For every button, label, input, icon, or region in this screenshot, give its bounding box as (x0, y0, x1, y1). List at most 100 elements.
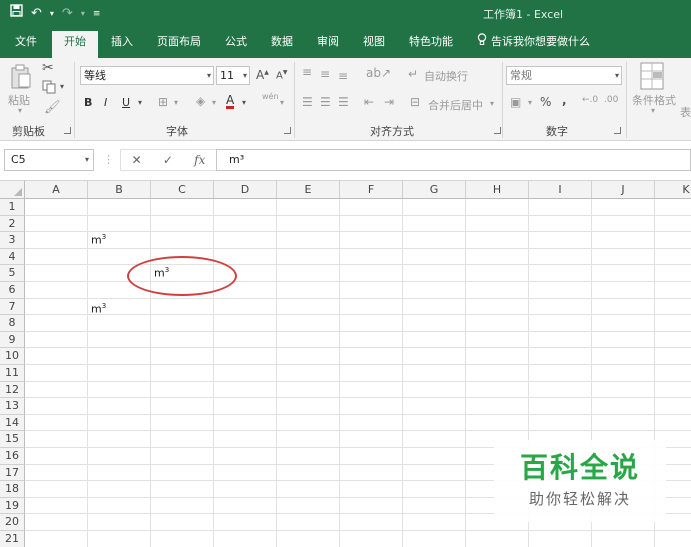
row-header-13[interactable]: 13 (0, 398, 25, 415)
phonetic-dropdown-icon[interactable]: ▾ (280, 98, 284, 107)
row-header-21[interactable]: 21 (0, 531, 25, 547)
row-header-6[interactable]: 6 (0, 282, 25, 299)
save-icon[interactable] (10, 4, 23, 23)
font-color-button[interactable]: A (226, 94, 235, 109)
font-size-combo[interactable]: 11 ▾ (216, 66, 250, 85)
row-header-12[interactable]: 12 (0, 381, 25, 399)
phonetic-icon[interactable]: wén (262, 92, 279, 101)
decrease-decimal-icon[interactable]: .00 (604, 95, 618, 105)
paste-dropdown-icon[interactable]: ▾ (18, 106, 22, 115)
bold-button[interactable]: B (84, 96, 92, 109)
column-header-A[interactable]: A (25, 181, 88, 199)
currency-icon[interactable]: ▣ (510, 95, 521, 109)
align-bottom-icon[interactable]: ≡ (338, 69, 348, 83)
enter-icon[interactable]: ✓ (163, 153, 173, 167)
undo-icon[interactable]: ↶ (31, 5, 42, 23)
conditional-format-icon[interactable] (640, 62, 664, 93)
cut-icon[interactable]: ✂ (42, 60, 54, 76)
tab-file[interactable]: 文件 (6, 31, 46, 58)
row-header-3[interactable]: 3 (0, 232, 25, 249)
row-header-5[interactable]: 5 (0, 265, 25, 282)
align-top-icon[interactable]: ≡ (302, 65, 312, 79)
tab-data[interactable]: 数据 (264, 31, 300, 58)
row-header-2[interactable]: 2 (0, 215, 25, 233)
percent-button[interactable]: % (540, 95, 551, 109)
wrap-text-label[interactable]: 自动换行 (424, 68, 468, 84)
column-header-K[interactable]: K (655, 181, 691, 199)
format-painter-icon[interactable]: 🖌 (44, 100, 61, 115)
italic-button[interactable]: I (104, 96, 107, 109)
row-header-15[interactable]: 15 (0, 431, 25, 448)
column-header-I[interactable]: I (529, 181, 592, 199)
comma-button[interactable]: , (562, 93, 567, 107)
merge-center-icon[interactable]: ⊟ (410, 95, 420, 109)
font-name-combo[interactable]: 等线 ▾ (80, 66, 214, 85)
align-center-icon[interactable]: ☰ (320, 95, 331, 109)
number-launcher-icon[interactable] (614, 127, 621, 134)
name-box[interactable]: C5 ▾ (4, 149, 94, 171)
tab-review[interactable]: 审阅 (310, 31, 346, 58)
fill-dropdown-icon[interactable]: ▾ (212, 98, 216, 107)
border-dropdown-icon[interactable]: ▾ (174, 98, 178, 107)
row-header-10[interactable]: 10 (0, 348, 25, 365)
tab-home[interactable]: 开始 (52, 31, 98, 58)
row-header-7[interactable]: 7 (0, 298, 25, 316)
orientation-icon[interactable]: ab↗ (366, 66, 391, 80)
border-icon[interactable]: ⊞ (158, 95, 168, 109)
font-launcher-icon[interactable] (284, 127, 291, 134)
undo-dropdown-icon[interactable]: ▾ (50, 5, 54, 23)
cell-B3[interactable]: m3 (91, 233, 106, 247)
row-header-4[interactable]: 4 (0, 248, 25, 266)
merge-dropdown-icon[interactable]: ▾ (490, 99, 494, 108)
column-header-G[interactable]: G (403, 181, 466, 199)
column-header-D[interactable]: D (214, 181, 277, 199)
column-header-E[interactable]: E (277, 181, 340, 199)
redo-dropdown-icon[interactable]: ▾ (81, 5, 85, 23)
column-header-B[interactable]: B (88, 181, 151, 199)
decrease-indent-icon[interactable]: ⇤ (364, 95, 374, 109)
increase-font-icon[interactable]: A▲ (256, 68, 269, 82)
underline-dropdown-icon[interactable]: ▾ (138, 98, 142, 107)
splitter-handle-icon[interactable]: ⋮ (103, 153, 114, 166)
decrease-font-icon[interactable]: A▼ (276, 69, 287, 81)
column-header-C[interactable]: C (151, 181, 214, 199)
redo-icon[interactable]: ↷ (62, 5, 73, 23)
select-all-button[interactable] (0, 181, 25, 199)
row-header-18[interactable]: 18 (0, 481, 25, 498)
increase-decimal-icon[interactable]: ←.0 (582, 95, 598, 105)
wrap-text-icon[interactable]: ↵ (408, 67, 418, 81)
cell-B7[interactable]: m3 (91, 302, 106, 316)
formula-input[interactable]: m³ (216, 149, 691, 171)
row-header-19[interactable]: 19 (0, 497, 25, 515)
tell-me-box[interactable]: 告诉我你想要做什么 (477, 33, 590, 49)
row-header-17[interactable]: 17 (0, 464, 25, 482)
fill-color-icon[interactable]: ◈ (196, 94, 205, 108)
format-table-label[interactable]: 表 (680, 104, 691, 120)
currency-dropdown-icon[interactable]: ▾ (528, 98, 532, 107)
conditional-format-dropdown-icon[interactable]: ▾ (651, 106, 655, 115)
clipboard-launcher-icon[interactable] (64, 127, 71, 134)
merge-center-label[interactable]: 合并后居中 (428, 97, 483, 113)
cancel-icon[interactable]: ✕ (132, 153, 142, 167)
paste-icon[interactable] (10, 64, 32, 93)
tab-view[interactable]: 视图 (356, 31, 392, 58)
row-header-20[interactable]: 20 (0, 514, 25, 531)
row-header-14[interactable]: 14 (0, 414, 25, 432)
tab-special[interactable]: 特色功能 (402, 31, 460, 58)
customize-qat-icon[interactable]: ≡ (93, 5, 101, 23)
underline-button[interactable]: U (122, 96, 130, 109)
align-right-icon[interactable]: ☰ (338, 95, 349, 109)
number-format-combo[interactable]: 常规 ▾ (506, 66, 622, 85)
tab-page-layout[interactable]: 页面布局 (150, 31, 208, 58)
increase-indent-icon[interactable]: ⇥ (384, 95, 394, 109)
alignment-launcher-icon[interactable] (494, 127, 501, 134)
row-header-16[interactable]: 16 (0, 448, 25, 465)
tab-formulas[interactable]: 公式 (218, 31, 254, 58)
copy-dropdown-icon[interactable]: ▾ (60, 82, 64, 91)
align-left-icon[interactable]: ☰ (302, 95, 313, 109)
row-header-9[interactable]: 9 (0, 331, 25, 349)
row-header-8[interactable]: 8 (0, 315, 25, 332)
tab-insert[interactable]: 插入 (104, 31, 140, 58)
row-header-1[interactable]: 1 (0, 199, 25, 216)
column-header-F[interactable]: F (340, 181, 403, 199)
